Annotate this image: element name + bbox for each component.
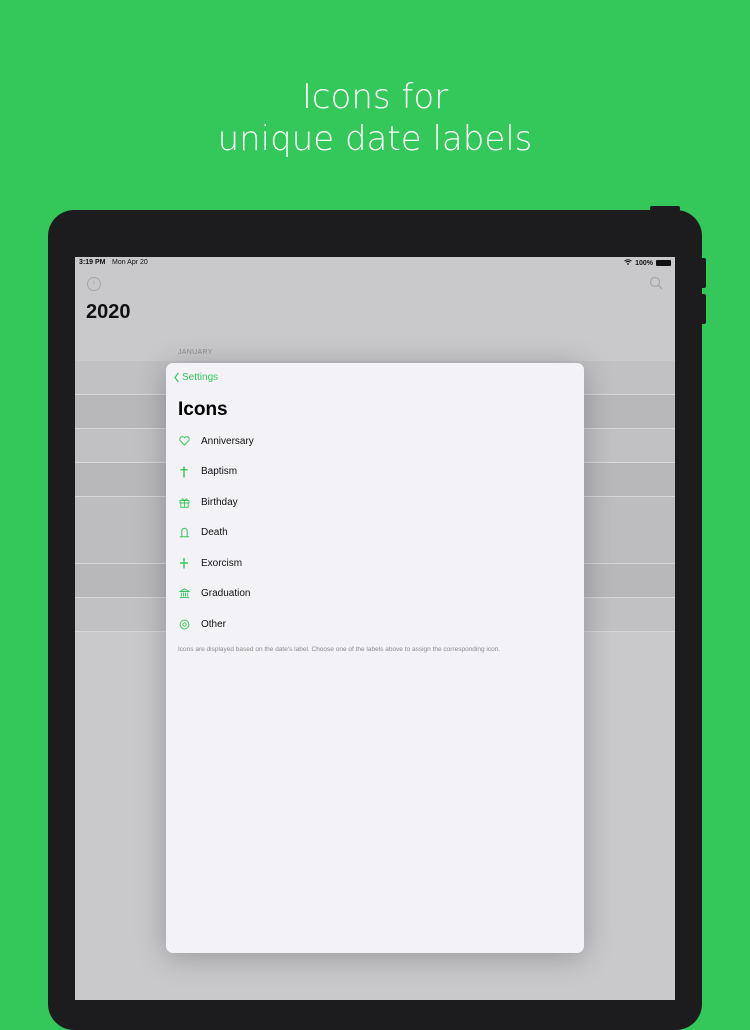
list-item-graduation[interactable]: Graduation [166, 579, 584, 610]
search-icon[interactable] [649, 276, 663, 290]
footnote-text: Icons are displayed based on the date's … [178, 646, 501, 653]
list-item-birthday[interactable]: Birthday [166, 487, 584, 518]
item-label: Baptism [201, 466, 238, 478]
headline: Icons for unique date labels [0, 76, 750, 160]
item-label: Birthday [201, 496, 238, 508]
back-button[interactable]: Settings [173, 372, 218, 383]
item-label: Anniversary [201, 435, 254, 447]
item-label: Exorcism [201, 557, 243, 569]
status-right: 100% [624, 259, 671, 267]
list-item-other[interactable]: Other [166, 609, 584, 640]
icons-settings-modal: Settings Icons Anniversary Baptism Birth… [166, 363, 584, 953]
month-section-header: JANUARY [178, 349, 213, 356]
institution-icon [178, 588, 190, 600]
battery-percent: 100% [635, 259, 653, 267]
item-label: Graduation [201, 588, 251, 600]
status-time: 3:19 PM [79, 259, 106, 266]
heart-icon [178, 435, 190, 447]
battery-icon [656, 260, 671, 266]
status-date: Mon Apr 20 [112, 259, 148, 266]
dagger-icon [178, 557, 190, 569]
gift-icon [178, 496, 190, 508]
headline-line-2: unique date labels [217, 119, 533, 159]
page-title: Icons [178, 399, 228, 420]
back-button-label: Settings [182, 372, 219, 383]
headline-line-1: Icons for [301, 77, 449, 117]
status-bar: 3:19 PM Mon Apr 20 100% [75, 257, 675, 270]
list-item-baptism[interactable]: Baptism [166, 457, 584, 488]
tombstone-icon [178, 527, 190, 539]
chevron-left-icon [174, 372, 179, 383]
list-item-anniversary[interactable]: Anniversary [166, 426, 584, 457]
wifi-icon [624, 259, 632, 267]
cross-icon [178, 466, 190, 478]
item-label: Death [201, 527, 228, 539]
list-item-exorcism[interactable]: Exorcism [166, 548, 584, 579]
circle-dot-icon [178, 618, 190, 630]
year-title: 2020 [86, 301, 131, 323]
info-circle-icon[interactable]: i [87, 277, 101, 291]
list-item-death[interactable]: Death [166, 518, 584, 549]
item-label: Other [201, 618, 227, 630]
icon-list: Anniversary Baptism Birthday Death Exorc… [166, 426, 584, 640]
